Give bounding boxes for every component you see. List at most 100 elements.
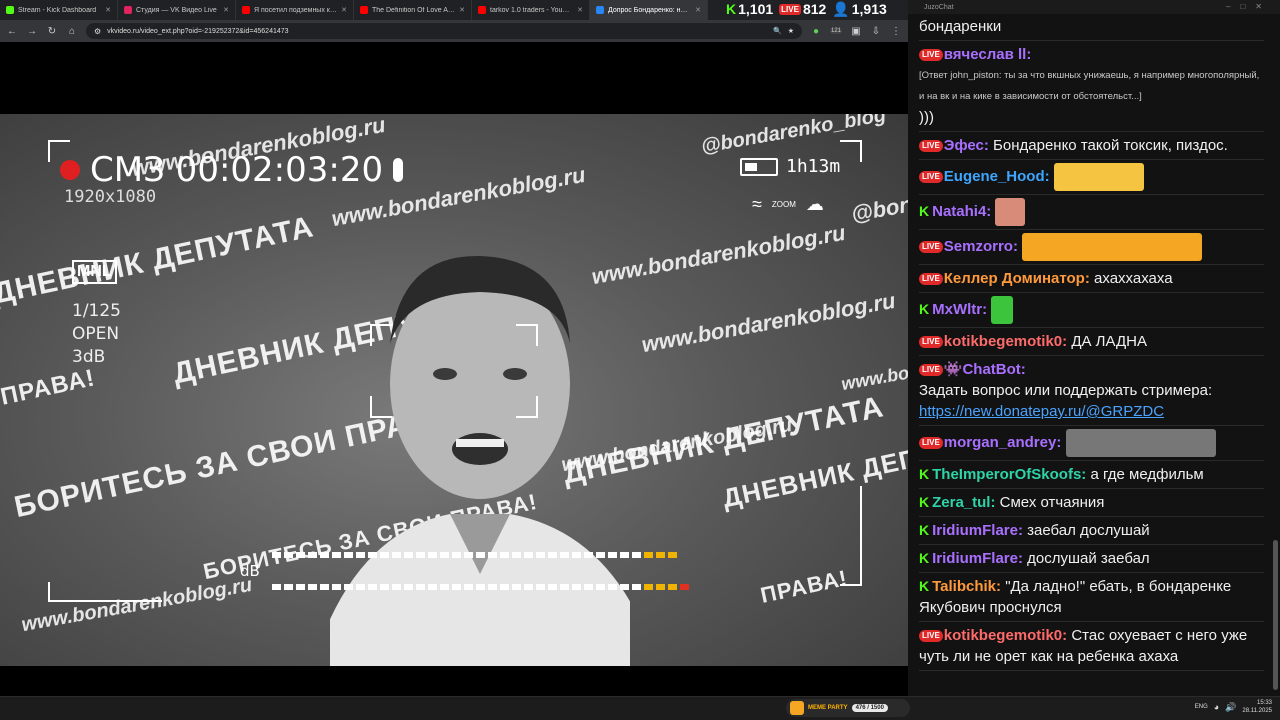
vk-live-badge-icon: LIVE xyxy=(919,140,943,153)
tab-favicon-icon xyxy=(6,6,14,14)
chat-username[interactable]: Semzorro: xyxy=(944,238,1018,255)
forward-icon[interactable]: → xyxy=(26,26,38,37)
meter-segment xyxy=(548,584,557,590)
chat-username[interactable]: Eugene_Hood: xyxy=(944,168,1050,185)
chat-username[interactable]: Келлер Доминатор: xyxy=(944,270,1090,287)
menu-icon[interactable]: ⋮ xyxy=(890,26,902,37)
tab-favicon-icon xyxy=(360,6,368,14)
battery-status: 1h13m xyxy=(740,156,840,177)
chat-username[interactable]: kotikbegemotik0: xyxy=(944,627,1067,644)
emote-icon xyxy=(991,296,1014,324)
lang-indicator[interactable]: ENG xyxy=(1195,704,1208,710)
browser-tab[interactable]: Я посетил подземных кротолю…✕ xyxy=(236,0,354,20)
extension-badge-icon[interactable]: 121 xyxy=(830,28,842,34)
chat-scrollbar[interactable] xyxy=(1273,540,1278,690)
watermark: ПРАВА! xyxy=(758,565,850,608)
meter-segment xyxy=(392,584,401,590)
chat-username[interactable]: MxWltr: xyxy=(932,301,987,318)
tab-close-icon[interactable]: ✕ xyxy=(695,6,701,14)
tab-close-icon[interactable]: ✕ xyxy=(341,6,347,14)
chat-message: LIVE Semzorro: xyxy=(919,230,1264,265)
battery-icon xyxy=(740,157,778,176)
meter-segment xyxy=(464,552,473,558)
chat-username[interactable]: TheImperorOfSkoofs: xyxy=(932,466,1086,483)
zoom-icon[interactable]: 🔍 xyxy=(773,27,782,35)
watermark: @bondarenko_blog xyxy=(849,166,908,227)
tab-close-icon[interactable]: ✕ xyxy=(105,6,111,14)
chat-message: LIVE kotikbegemotik0: Стас охуевает с нег… xyxy=(919,622,1264,671)
meter-segment xyxy=(308,584,317,590)
chat-window-title: JuzoChat xyxy=(924,3,954,11)
browser-tab[interactable]: The Definition Of Love At First ✕ xyxy=(354,0,472,20)
meter-segment xyxy=(452,584,461,590)
meter-segment xyxy=(644,552,653,558)
chat-text: ахаххахаха xyxy=(1094,270,1173,287)
meter-segment xyxy=(500,552,509,558)
bookmark-star-icon[interactable]: ★ xyxy=(788,27,794,35)
meme-party-widget[interactable]: MEME PARTY 476 / 1500 xyxy=(786,699,910,717)
kick-count: K 1,101 xyxy=(726,1,774,17)
chat-username[interactable]: Zera_tul: xyxy=(932,494,995,511)
chat-message: LIVE вячеслав ll: [Ответ john_piston: ты … xyxy=(919,41,1264,132)
chat-username[interactable]: IridiumFlare: xyxy=(932,522,1023,539)
video-player[interactable]: www.bondarenkoblog.ru @bondarenko_blog w… xyxy=(0,42,908,696)
browser-tab[interactable]: Допрос Бондаренко: народ… ✕ xyxy=(590,0,708,20)
home-icon[interactable]: ⌂ xyxy=(66,26,78,37)
total-viewers: 👤 1,913 xyxy=(832,0,887,18)
viewer-counts-overlay: K 1,101 LIVE 812 👤 1,913 xyxy=(726,0,887,18)
wifi-icon[interactable]: ◕ xyxy=(1214,702,1219,712)
extension-icon[interactable]: ● xyxy=(810,26,822,37)
meter-segment xyxy=(272,552,281,558)
kick-badge-icon: K xyxy=(919,466,930,482)
watermark: ДНЕВНИК ДЕПУТАТА xyxy=(0,210,317,311)
meter-segment xyxy=(524,584,533,590)
chat-username[interactable]: IridiumFlare: xyxy=(932,550,1023,567)
meter-segment xyxy=(392,552,401,558)
meter-segment xyxy=(584,552,593,558)
browser-tab[interactable]: Студия — VK Видео Live ✕ xyxy=(118,0,236,20)
viewfinder-corner xyxy=(48,582,162,602)
download-icon[interactable]: ⇩ xyxy=(870,26,882,37)
chat-username[interactable]: Эфес: xyxy=(944,137,989,154)
gain: 3dB xyxy=(72,347,106,367)
chat-link[interactable]: https://new.donatepay.ru/@GRPZDC xyxy=(919,401,1264,422)
chat-username[interactable]: morgan_andrey: xyxy=(944,434,1062,451)
browser-tab[interactable]: Stream - Kick Dashboard ✕ xyxy=(0,0,118,20)
browser-toolbar: ← → ↻ ⌂ ⚙ vkvideo.ru/video_ext.php?oid=-… xyxy=(0,20,908,42)
address-bar[interactable]: ⚙ vkvideo.ru/video_ext.php?oid=-21925237… xyxy=(86,23,802,39)
back-icon[interactable]: ← xyxy=(6,26,18,37)
tab-label: Stream - Kick Dashboard xyxy=(18,6,97,14)
meter-segment xyxy=(560,552,569,558)
aperture: OPEN xyxy=(72,324,120,344)
kick-icon: K xyxy=(726,1,737,17)
tab-close-icon[interactable]: ✕ xyxy=(577,6,583,14)
bot-icon: 👾 xyxy=(943,361,963,378)
meter-segment xyxy=(368,552,377,558)
cloud-icon: ☁ xyxy=(805,194,824,214)
clock[interactable]: 15:33 28.11.2025 xyxy=(1242,699,1272,715)
meter-segment xyxy=(452,552,461,558)
chat-message: K IridiumFlare: заебал дослушай xyxy=(919,517,1264,545)
audio-db-label: dB xyxy=(240,562,260,580)
chat-username[interactable]: вячеслав ll: xyxy=(944,46,1032,63)
chat-username[interactable]: ChatBot: xyxy=(962,361,1025,378)
volume-icon[interactable]: 🔊 xyxy=(1225,702,1236,713)
chat-username[interactable]: Talibchik: xyxy=(932,578,1001,595)
kick-badge-icon: K xyxy=(919,578,930,594)
meter-segment xyxy=(512,552,521,558)
chat-message: LIVE morgan_andrey: xyxy=(919,426,1264,461)
tab-close-icon[interactable]: ✕ xyxy=(223,6,229,14)
window-controls[interactable]: –□✕ xyxy=(1226,2,1272,11)
rec-dot-icon xyxy=(60,160,80,180)
tab-close-icon[interactable]: ✕ xyxy=(459,6,465,14)
chat-message-list: бондаренки LIVE вячеслав ll: [Ответ john_p… xyxy=(908,8,1264,671)
browser-tab[interactable]: tarkov 1.0 traders - YouTube ✕ xyxy=(472,0,590,20)
chat-text: Задать вопрос или поддержать стримера: xyxy=(919,382,1213,399)
chat-message: LIVE kotikbegemotik0: ДА ЛАДНА xyxy=(919,328,1264,356)
site-info-icon[interactable]: ⚙ xyxy=(94,27,101,36)
extensions-puzzle-icon[interactable]: ▣ xyxy=(850,26,862,37)
chat-username[interactable]: kotikbegemotik0: xyxy=(944,333,1067,350)
meter-segment xyxy=(668,552,677,558)
chat-username[interactable]: Natahi4: xyxy=(932,203,991,220)
reload-icon[interactable]: ↻ xyxy=(46,26,58,37)
